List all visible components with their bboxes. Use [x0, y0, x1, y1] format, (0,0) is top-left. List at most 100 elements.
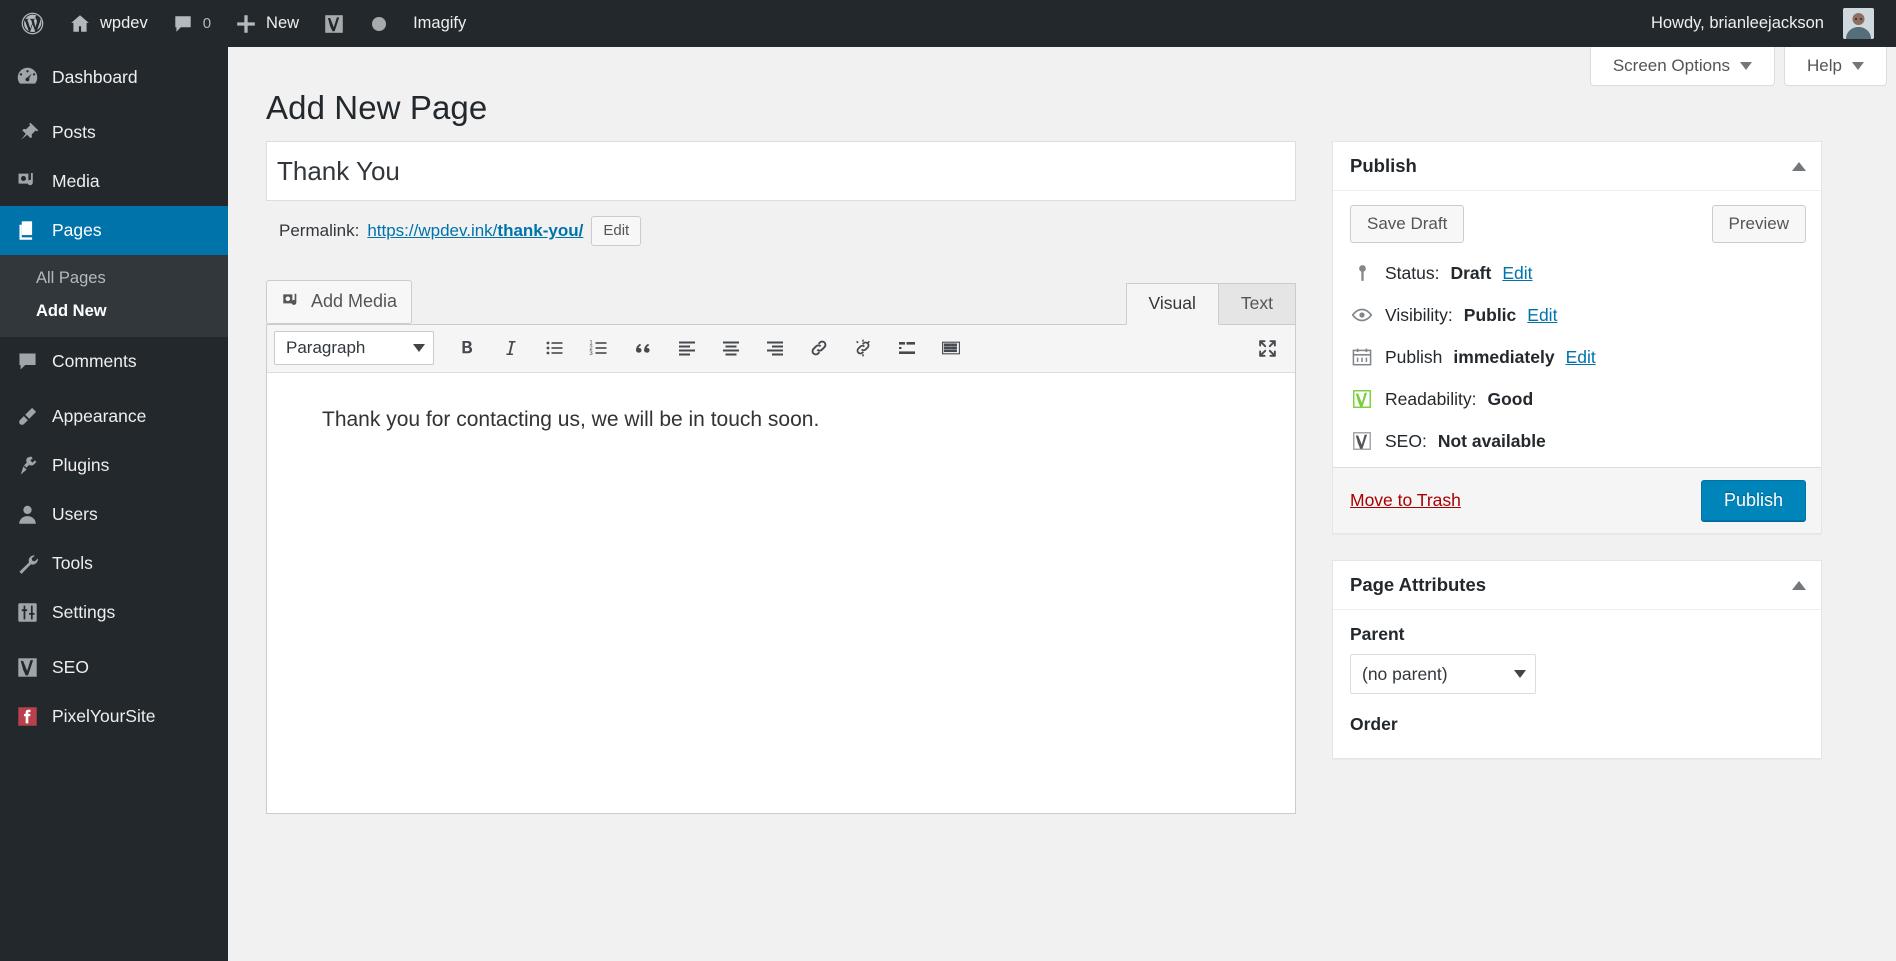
align-center-button[interactable] [710, 329, 752, 367]
add-media-button[interactable]: Add Media [266, 280, 412, 324]
sidebar-item-label: Posts [52, 122, 96, 143]
publish-metabox-header[interactable]: Publish [1333, 142, 1821, 191]
howdy-label: Howdy, brianleejackson [1651, 14, 1824, 33]
page-attributes-header[interactable]: Page Attributes [1333, 561, 1821, 610]
save-draft-button[interactable]: Save Draft [1350, 205, 1464, 243]
wordpress-logo-menu[interactable] [8, 0, 57, 47]
my-account-menu[interactable]: Howdy, brianleejackson [1639, 0, 1886, 47]
editor-content-area[interactable]: Thank you for contacting us, we will be … [267, 373, 1295, 813]
parent-select[interactable]: (no parent) [1350, 654, 1536, 694]
sidebar-item-seo[interactable]: SEO [0, 643, 228, 692]
help-button[interactable]: Help [1784, 47, 1887, 86]
sidebar-item-pages[interactable]: Pages [0, 206, 228, 255]
tab-text[interactable]: Text [1219, 283, 1296, 325]
insert-link-button[interactable] [798, 329, 840, 367]
sidebar-item-settings[interactable]: Settings [0, 588, 228, 637]
sidebar-item-dashboard[interactable]: Dashboard [0, 53, 228, 102]
circle-status-menu[interactable] [357, 0, 401, 47]
status-row: Status: Draft Edit [1350, 261, 1806, 285]
sidebar-item-media[interactable]: Media [0, 157, 228, 206]
circle-icon [369, 14, 389, 34]
calendar-icon [1350, 345, 1374, 369]
sidebar-item-label: PixelYourSite [52, 706, 155, 727]
sidebar-subitem-add-new[interactable]: Add New [0, 295, 228, 328]
add-media-label: Add Media [311, 291, 397, 312]
sidebar-item-comments[interactable]: Comments [0, 337, 228, 386]
sidebar-item-users[interactable]: Users [0, 490, 228, 539]
sidebar-item-posts[interactable]: Posts [0, 108, 228, 157]
bold-button[interactable] [446, 329, 488, 367]
visibility-label: Visibility: [1385, 305, 1453, 326]
comment-icon [11, 346, 43, 378]
site-name-label: wpdev [100, 14, 148, 33]
wordpress-logo-icon [20, 11, 45, 36]
numbered-list-button[interactable]: 1 2 3 [578, 329, 620, 367]
schedule-row: Publish immediately Edit [1350, 345, 1806, 369]
comments-count: 0 [203, 15, 211, 32]
post-title-input[interactable] [266, 141, 1296, 201]
sidebar-item-appearance[interactable]: Appearance [0, 392, 228, 441]
brush-icon [11, 401, 43, 433]
align-left-icon [677, 338, 697, 358]
blockquote-button[interactable] [622, 329, 664, 367]
bulleted-list-button[interactable] [534, 329, 576, 367]
new-content-menu[interactable]: New [223, 0, 311, 47]
preview-button[interactable]: Preview [1712, 205, 1806, 243]
media-icon [281, 291, 302, 312]
edit-schedule-link[interactable]: Edit [1566, 347, 1596, 368]
imagify-menu[interactable]: Imagify [401, 0, 478, 47]
major-publishing-actions: Move to Trash Publish [1333, 467, 1821, 533]
screen-meta-links: Screen Options Help [1590, 47, 1887, 86]
align-right-button[interactable] [754, 329, 796, 367]
plug-icon [11, 450, 43, 482]
edit-permalink-button[interactable]: Edit [591, 216, 641, 246]
sidebar-item-label: Media [52, 171, 100, 192]
remove-link-button[interactable] [842, 329, 884, 367]
tab-visual[interactable]: Visual [1126, 283, 1219, 325]
unlink-icon [853, 338, 873, 358]
sidebar-subitem-all-pages[interactable]: All Pages [0, 262, 228, 295]
read-more-button[interactable] [886, 329, 928, 367]
settings-icon [11, 597, 43, 629]
screen-options-button[interactable]: Screen Options [1590, 47, 1775, 86]
yoast-seo-menu[interactable] [311, 0, 357, 47]
imagify-label: Imagify [413, 14, 466, 33]
permalink-label: Permalink: [279, 221, 359, 241]
publish-button[interactable]: Publish [1701, 480, 1806, 521]
readability-row: Readability: Good [1350, 387, 1806, 411]
admin-bar-right: Howdy, brianleejackson [1639, 0, 1896, 47]
toolbar-toggle-icon [941, 338, 961, 358]
pixelyoursite-icon [11, 701, 43, 733]
sidebar-subitem-label: All Pages [36, 269, 106, 287]
user-icon [11, 499, 43, 531]
sidebar-item-tools[interactable]: Tools [0, 539, 228, 588]
admin-sidebar-menu: Dashboard Posts Media Pages [0, 47, 228, 961]
help-label: Help [1807, 56, 1842, 76]
site-name-menu[interactable]: wpdev [57, 0, 160, 47]
yoast-readability-icon [1350, 387, 1374, 411]
status-label: Status: [1385, 263, 1439, 284]
italic-button[interactable] [490, 329, 532, 367]
edit-visibility-link[interactable]: Edit [1527, 305, 1557, 326]
move-to-trash-link[interactable]: Move to Trash [1350, 490, 1461, 511]
order-label: Order [1350, 714, 1806, 735]
align-left-button[interactable] [666, 329, 708, 367]
yoast-icon [11, 652, 43, 684]
home-icon [69, 13, 91, 35]
edit-status-link[interactable]: Edit [1502, 263, 1532, 284]
chevron-up-icon[interactable] [1792, 581, 1806, 590]
toolbar-toggle-button[interactable] [930, 329, 972, 367]
sidebar-item-pixelyoursite[interactable]: PixelYourSite [0, 692, 228, 741]
sidebar-item-plugins[interactable]: Plugins [0, 441, 228, 490]
publish-metabox: Publish Save Draft Preview [1332, 141, 1822, 534]
seo-label: SEO: [1385, 431, 1427, 452]
link-icon [809, 338, 829, 358]
blockquote-icon [633, 338, 653, 358]
comments-bubble[interactable]: 0 [160, 0, 223, 47]
fullscreen-button[interactable] [1246, 329, 1288, 367]
permalink-link[interactable]: https://wpdev.ink/thank-you/ [367, 221, 583, 241]
pages-submenu: All Pages Add New [0, 255, 228, 337]
paragraph-format-select[interactable]: Paragraph [274, 331, 434, 365]
sidebar-item-label: Settings [52, 602, 115, 623]
chevron-up-icon[interactable] [1792, 162, 1806, 171]
